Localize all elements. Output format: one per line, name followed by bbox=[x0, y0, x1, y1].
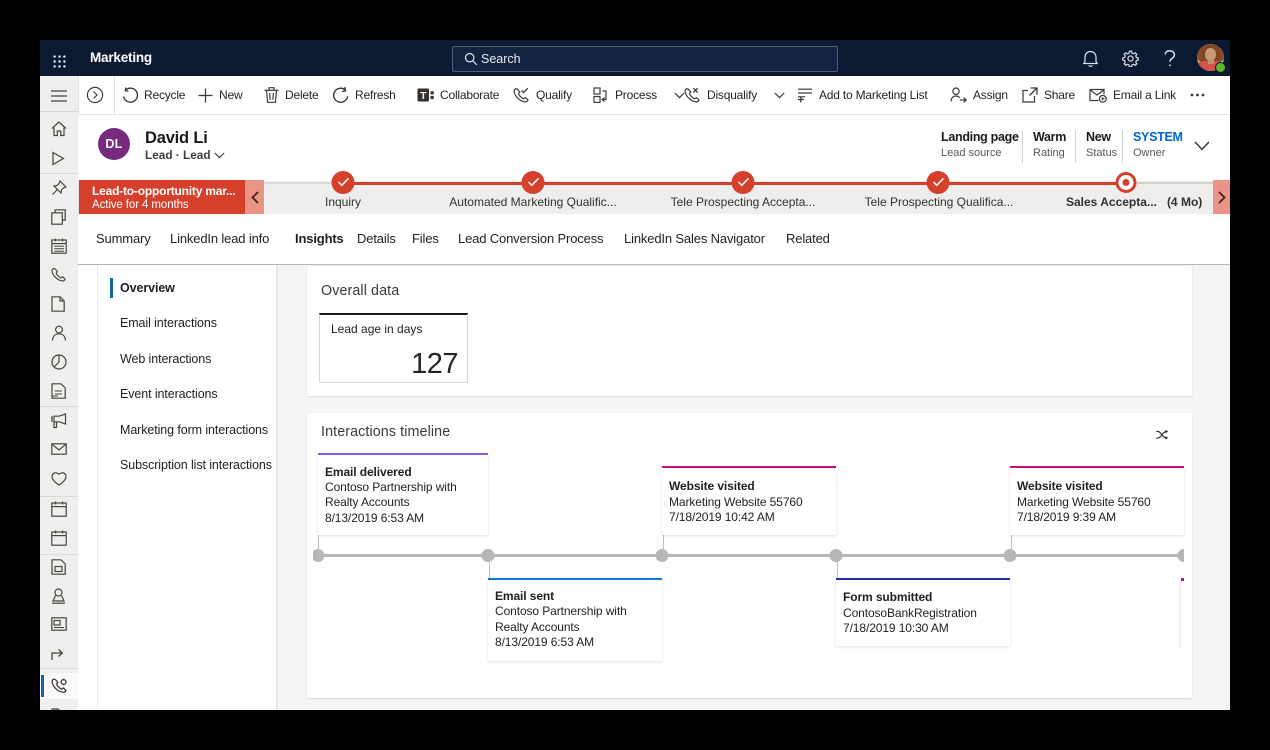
svg-text:T: T bbox=[420, 90, 427, 102]
